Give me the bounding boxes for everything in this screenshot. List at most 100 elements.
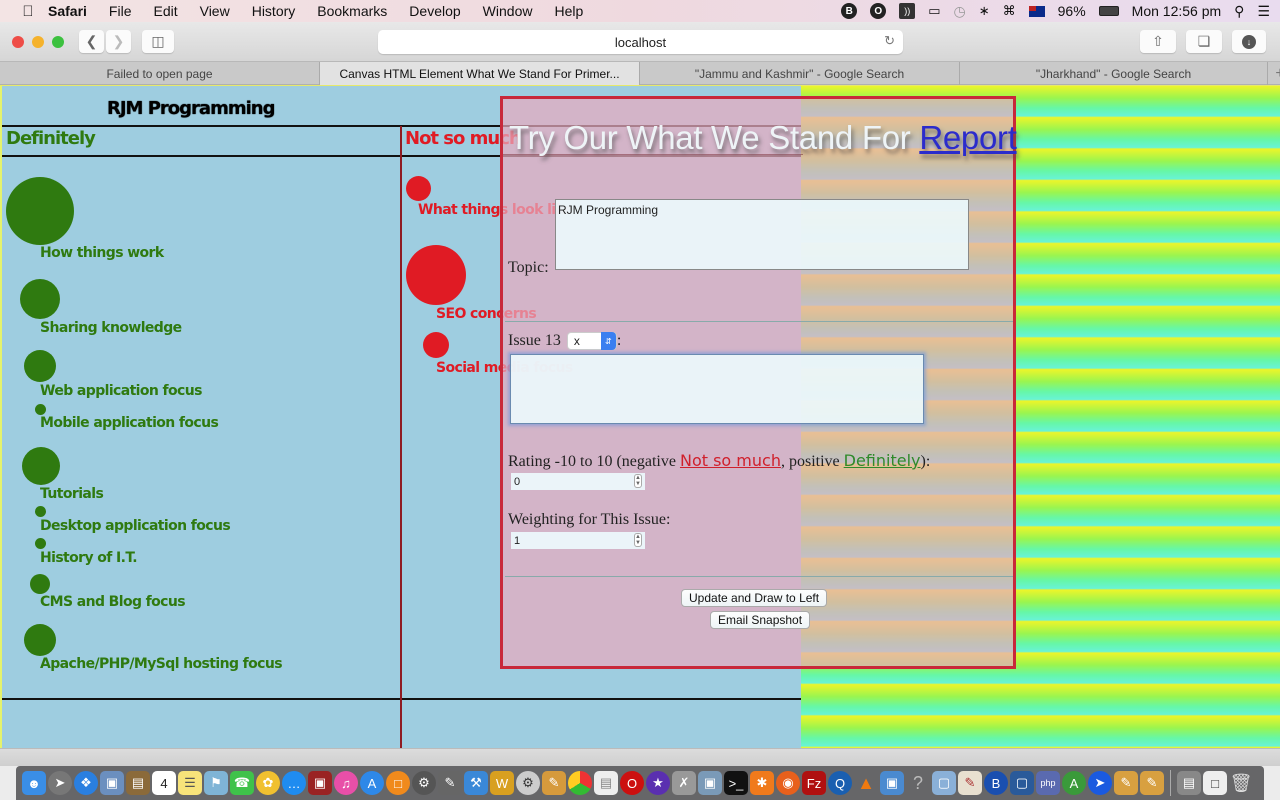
menu-bookmarks[interactable]: Bookmarks bbox=[317, 3, 387, 19]
tab-canvas-primer[interactable]: Canvas HTML Element What We Stand For Pr… bbox=[320, 62, 640, 85]
dock-vlc-icon[interactable]: ▲ bbox=[854, 771, 878, 795]
dock-help-icon[interactable]: ? bbox=[906, 771, 930, 795]
dock-screen-sharing-icon[interactable]: ▣ bbox=[880, 771, 904, 795]
share-icon: ⇧ bbox=[1152, 33, 1164, 49]
dock-imovie-icon[interactable]: ★ bbox=[646, 771, 670, 795]
reload-icon[interactable]: ↻ bbox=[884, 33, 895, 49]
dock-finder-icon[interactable]: ☻ bbox=[22, 771, 46, 795]
dock-avast-icon[interactable]: ✱ bbox=[750, 771, 774, 795]
zoom-window-button[interactable] bbox=[52, 36, 64, 48]
not-so-much-link[interactable]: Not so much bbox=[680, 451, 781, 470]
dock-automator-icon[interactable]: ⚙ bbox=[516, 771, 540, 795]
back-button[interactable]: ❮ bbox=[79, 30, 104, 53]
menu-develop[interactable]: Develop bbox=[409, 3, 460, 19]
apple-menu-icon[interactable]:  bbox=[20, 3, 36, 20]
dock-itunes-icon[interactable]: ♫ bbox=[334, 771, 358, 795]
forward-button[interactable]: ❯ bbox=[106, 30, 131, 53]
menu-window[interactable]: Window bbox=[483, 3, 533, 19]
dock-preview-icon[interactable]: ▣ bbox=[100, 771, 124, 795]
dock-virtualbox-icon[interactable]: ▢ bbox=[1010, 771, 1034, 795]
dock-photo-booth-icon[interactable]: ▣ bbox=[308, 771, 332, 795]
dock-photos-icon[interactable]: ✿ bbox=[256, 771, 280, 795]
o-status-icon[interactable]: O bbox=[870, 3, 887, 19]
menu-view[interactable]: View bbox=[200, 3, 230, 19]
dock-terminal-icon[interactable]: >_ bbox=[724, 771, 748, 795]
downloads-button[interactable]: ↓ bbox=[1232, 30, 1266, 53]
dock-app-store-icon[interactable]: A bbox=[360, 771, 384, 795]
dock-edit-2-icon[interactable]: ✎ bbox=[1140, 771, 1164, 795]
time-machine-icon[interactable]: ◷ bbox=[954, 3, 966, 20]
issue-textarea[interactable] bbox=[510, 354, 924, 424]
tab-jharkhand[interactable]: "Jharkhand" - Google Search bbox=[960, 62, 1268, 85]
dock-pages-icon[interactable]: ✎ bbox=[542, 771, 566, 795]
dock-calendar-icon[interactable]: 4 bbox=[152, 771, 176, 795]
tab-failed-to-open[interactable]: Failed to open page bbox=[0, 62, 320, 85]
bluetooth-icon[interactable]: ∗ bbox=[979, 3, 990, 19]
dock-bbedit-icon[interactable]: B bbox=[984, 771, 1008, 795]
dock-php-icon[interactable]: php bbox=[1036, 771, 1060, 795]
report-link[interactable]: Report bbox=[919, 119, 1017, 156]
topic-textarea[interactable]: RJM Programming bbox=[555, 199, 969, 270]
rating-number-input[interactable]: 0 ▲ ▼ bbox=[511, 473, 645, 490]
dock-gimp-icon[interactable]: ✎ bbox=[438, 771, 462, 795]
dock-quicktime-icon[interactable]: Q bbox=[828, 771, 852, 795]
dock-messages-icon[interactable]: … bbox=[282, 771, 306, 795]
share-button[interactable]: ⇧ bbox=[1140, 30, 1176, 53]
dock-chrome-icon[interactable] bbox=[568, 771, 592, 795]
b-status-icon[interactable]: B bbox=[841, 3, 858, 19]
dock-edit-1-icon[interactable]: ✎ bbox=[1114, 771, 1138, 795]
dock-android-studio-icon[interactable]: A bbox=[1062, 771, 1086, 795]
definitely-link[interactable]: Definitely bbox=[844, 451, 921, 470]
wifi-icon[interactable]: ⌘ bbox=[1003, 3, 1016, 19]
dock-filezilla-web-icon[interactable]: W bbox=[490, 771, 514, 795]
menu-history[interactable]: History bbox=[252, 3, 296, 19]
dock-ibooks-icon[interactable]: □ bbox=[386, 771, 410, 795]
dock-safari-icon[interactable]: ❖ bbox=[74, 771, 98, 795]
dock-downloads-icon[interactable]: □ bbox=[1203, 771, 1227, 795]
issue-select[interactable]: x ⇵ bbox=[566, 332, 617, 350]
dock-firefox-icon[interactable]: ◉ bbox=[776, 771, 800, 795]
dock-pages-2-icon[interactable]: ✎ bbox=[958, 771, 982, 795]
dock-trash-icon[interactable]: 🗑 bbox=[1229, 771, 1253, 795]
dock-maps-icon[interactable]: ⚑ bbox=[204, 771, 228, 795]
new-tab-button[interactable]: + bbox=[1268, 62, 1280, 85]
dock-facetime-icon[interactable]: ☎ bbox=[230, 771, 254, 795]
dock-notes-icon[interactable]: ☰ bbox=[178, 771, 202, 795]
airplay-icon[interactable]: ▭ bbox=[928, 3, 940, 19]
audio-status-icon[interactable]: )) bbox=[899, 3, 916, 19]
dock-system-preferences-icon[interactable]: ⚙ bbox=[412, 771, 436, 795]
dock-notebook-icon[interactable]: ▤ bbox=[126, 771, 150, 795]
dock-xcode-icon[interactable]: ⚒ bbox=[464, 771, 488, 795]
notification-center-icon[interactable]: ☰ bbox=[1257, 3, 1270, 20]
dock-filezilla-icon[interactable]: Fz bbox=[802, 771, 826, 795]
dock-documents-icon[interactable]: ▤ bbox=[1177, 771, 1201, 795]
dock-launchpad-icon[interactable]: ➤ bbox=[48, 771, 72, 795]
tabs-overview-button[interactable]: ❏ bbox=[1186, 30, 1222, 53]
spotlight-search-icon[interactable]: ⚲ bbox=[1234, 3, 1244, 20]
battery-icon[interactable] bbox=[1098, 6, 1119, 16]
sidebar-toggle-button[interactable]: ◫ bbox=[142, 30, 174, 53]
address-bar[interactable]: localhost ↻ bbox=[378, 30, 903, 54]
stepper-icon[interactable]: ▲ ▼ bbox=[634, 533, 642, 547]
close-window-button[interactable] bbox=[12, 36, 24, 48]
dock-script-editor-icon[interactable]: ✗ bbox=[672, 771, 696, 795]
menu-edit[interactable]: Edit bbox=[153, 3, 177, 19]
clock[interactable]: Mon 12:56 pm bbox=[1132, 3, 1222, 19]
menu-app-safari[interactable]: Safari bbox=[48, 3, 87, 19]
positive-item-label: CMS and Blog focus bbox=[40, 594, 186, 610]
dock-image-capture-icon[interactable]: ▣ bbox=[698, 771, 722, 795]
stepper-icon[interactable]: ▲ ▼ bbox=[634, 474, 642, 488]
dock-textedit-icon[interactable]: ▤ bbox=[594, 771, 618, 795]
weighting-label: Weighting for This Issue: bbox=[508, 511, 671, 528]
menu-help[interactable]: Help bbox=[554, 3, 583, 19]
tab-jammu-kashmir[interactable]: "Jammu and Kashmir" - Google Search bbox=[640, 62, 960, 85]
update-and-draw-button[interactable]: Update and Draw to Left bbox=[681, 589, 828, 607]
weighting-number-input[interactable]: 1 ▲ ▼ bbox=[511, 532, 645, 549]
input-source-flag-icon[interactable] bbox=[1028, 5, 1045, 17]
dock-cube-icon[interactable]: ▢ bbox=[932, 771, 956, 795]
dock-blue-app-icon[interactable]: ➤ bbox=[1088, 771, 1112, 795]
menu-file[interactable]: File bbox=[109, 3, 132, 19]
minimize-window-button[interactable] bbox=[32, 36, 44, 48]
email-snapshot-button[interactable]: Email Snapshot bbox=[710, 611, 811, 629]
dock-opera-icon[interactable]: O bbox=[620, 771, 644, 795]
